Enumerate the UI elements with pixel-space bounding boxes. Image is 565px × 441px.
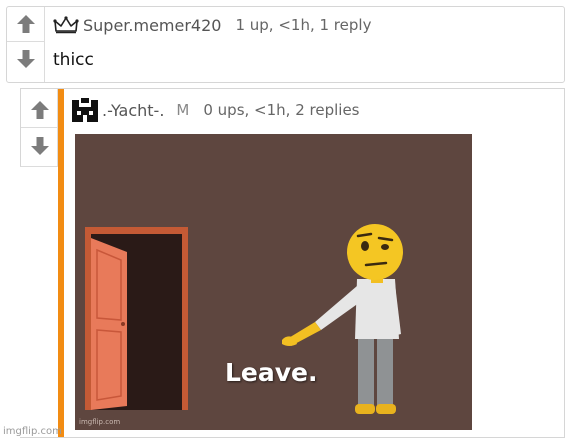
comment-header: .-Yacht-. M 0 ups, <1h, 2 replies xyxy=(72,98,360,122)
meme-watermark: imgflip.com xyxy=(79,418,121,426)
arrow-down-icon xyxy=(30,137,49,155)
downvote-button[interactable] xyxy=(7,42,44,76)
vote-column xyxy=(7,7,45,82)
arrow-up-icon xyxy=(16,15,35,33)
comment-yacht: .-Yacht-. M 0 ups, <1h, 2 replies Leave.… xyxy=(20,88,565,438)
comment-text: thicc xyxy=(53,50,94,70)
arrow-up-icon xyxy=(30,101,49,119)
arrow-down-icon xyxy=(16,50,35,68)
vote-column xyxy=(20,89,58,167)
imgflip-watermark: imgflip.com xyxy=(3,426,62,437)
username-link[interactable]: .-Yacht-. xyxy=(102,101,164,120)
pixel-castle-icon xyxy=(72,98,98,122)
comment-meta: 1 up, <1h, 1 reply xyxy=(235,16,372,34)
comment-header: Super.memer420 1 up, <1h, 1 reply xyxy=(53,15,371,35)
reply-accent-bar xyxy=(58,89,64,437)
meme-image[interactable]: Leave. imgflip.com xyxy=(75,134,472,430)
mod-badge: M xyxy=(176,101,190,119)
downvote-button[interactable] xyxy=(21,129,58,163)
upvote-button[interactable] xyxy=(7,7,44,42)
username-link[interactable]: Super.memer420 xyxy=(83,16,221,35)
comment-super-memer: Super.memer420 1 up, <1h, 1 reply thicc xyxy=(6,6,565,83)
crown-icon xyxy=(53,16,79,34)
upvote-button[interactable] xyxy=(21,93,58,128)
meme-caption: Leave. xyxy=(225,358,318,387)
comment-meta: 0 ups, <1h, 2 replies xyxy=(203,101,360,119)
